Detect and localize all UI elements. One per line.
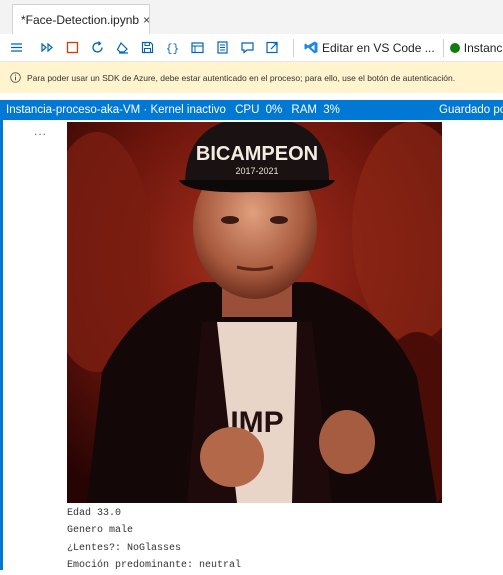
menu-icon[interactable]	[8, 39, 25, 56]
cpu-label: CPU	[235, 104, 260, 116]
cap-text: BICAMPEON	[196, 143, 318, 165]
output-emotion: Emoción predominante: neutral	[67, 560, 242, 572]
toolbar-separator	[442, 38, 444, 57]
notebook-toolbar: {} Editar en VS Code ... Instancia	[0, 34, 503, 62]
table-icon[interactable]	[189, 39, 206, 56]
vscode-label: Editar en VS Code ...	[322, 40, 435, 55]
compute-instance-dropdown[interactable]: Instancia	[449, 40, 503, 55]
stop-icon[interactable]	[64, 39, 81, 56]
outline-icon[interactable]	[214, 39, 231, 56]
toolbar-separator	[293, 38, 294, 57]
export-icon[interactable]	[264, 39, 281, 56]
cell-more-actions-icon[interactable]: ...	[34, 124, 47, 138]
auth-warning-bar: Para poder usar un SDK de Azure, debe es…	[0, 62, 503, 93]
ram-label: RAM	[291, 104, 317, 116]
output-glasses: ¿Lentes?: NoGlasses	[67, 542, 182, 554]
instance-label: Instancia	[463, 40, 503, 55]
variables-icon[interactable]: {}	[164, 39, 181, 56]
warning-text: Para poder usar un SDK de Azure, debe es…	[27, 72, 456, 83]
cell-text-output: Edad 33.0 Genero male ¿Lentes?: NoGlasse…	[67, 505, 241, 575]
kernel-status-bar: Instancia-proceso-aka-VM · Kernel inacti…	[0, 100, 503, 120]
tab-title: *Face-Detection.ipynb	[21, 12, 140, 27]
save-icon[interactable]	[139, 39, 156, 56]
instance-status-dot	[449, 42, 460, 53]
comment-icon[interactable]	[239, 39, 256, 56]
vscode-icon	[304, 41, 318, 54]
cap-years: 2017-2021	[235, 166, 278, 176]
info-icon	[10, 72, 21, 83]
output-image: IMP BICAMPEON 2017-2021	[67, 122, 442, 503]
cpu-value: 0%	[265, 104, 283, 116]
status-left: Instancia-proceso-aka-VM · Kernel inacti…	[6, 104, 340, 116]
kernel-status[interactable]: Kernel inactivo	[150, 104, 225, 116]
clear-output-icon[interactable]	[114, 39, 131, 56]
output-gender: Genero male	[67, 525, 134, 537]
portrait-photo: IMP BICAMPEON 2017-2021	[67, 122, 442, 503]
svg-text:{}: {}	[166, 44, 179, 56]
run-all-icon[interactable]	[39, 39, 56, 56]
cell-focus-indicator	[0, 120, 3, 570]
output-age: Edad 33.0	[67, 508, 122, 519]
tab-bar: *Face-Detection.ipynb ×	[0, 0, 503, 34]
compute-name[interactable]: Instancia-proceso-aka-VM	[6, 104, 140, 116]
ram-value: 3%	[323, 104, 340, 116]
restart-icon[interactable]	[89, 39, 106, 56]
saved-status: Guardado por	[439, 104, 503, 116]
close-tab-icon[interactable]: ×	[143, 13, 149, 27]
tab-notebook[interactable]: *Face-Detection.ipynb ×	[12, 4, 150, 34]
edit-in-vscode-button[interactable]: Editar en VS Code ...	[304, 40, 435, 55]
